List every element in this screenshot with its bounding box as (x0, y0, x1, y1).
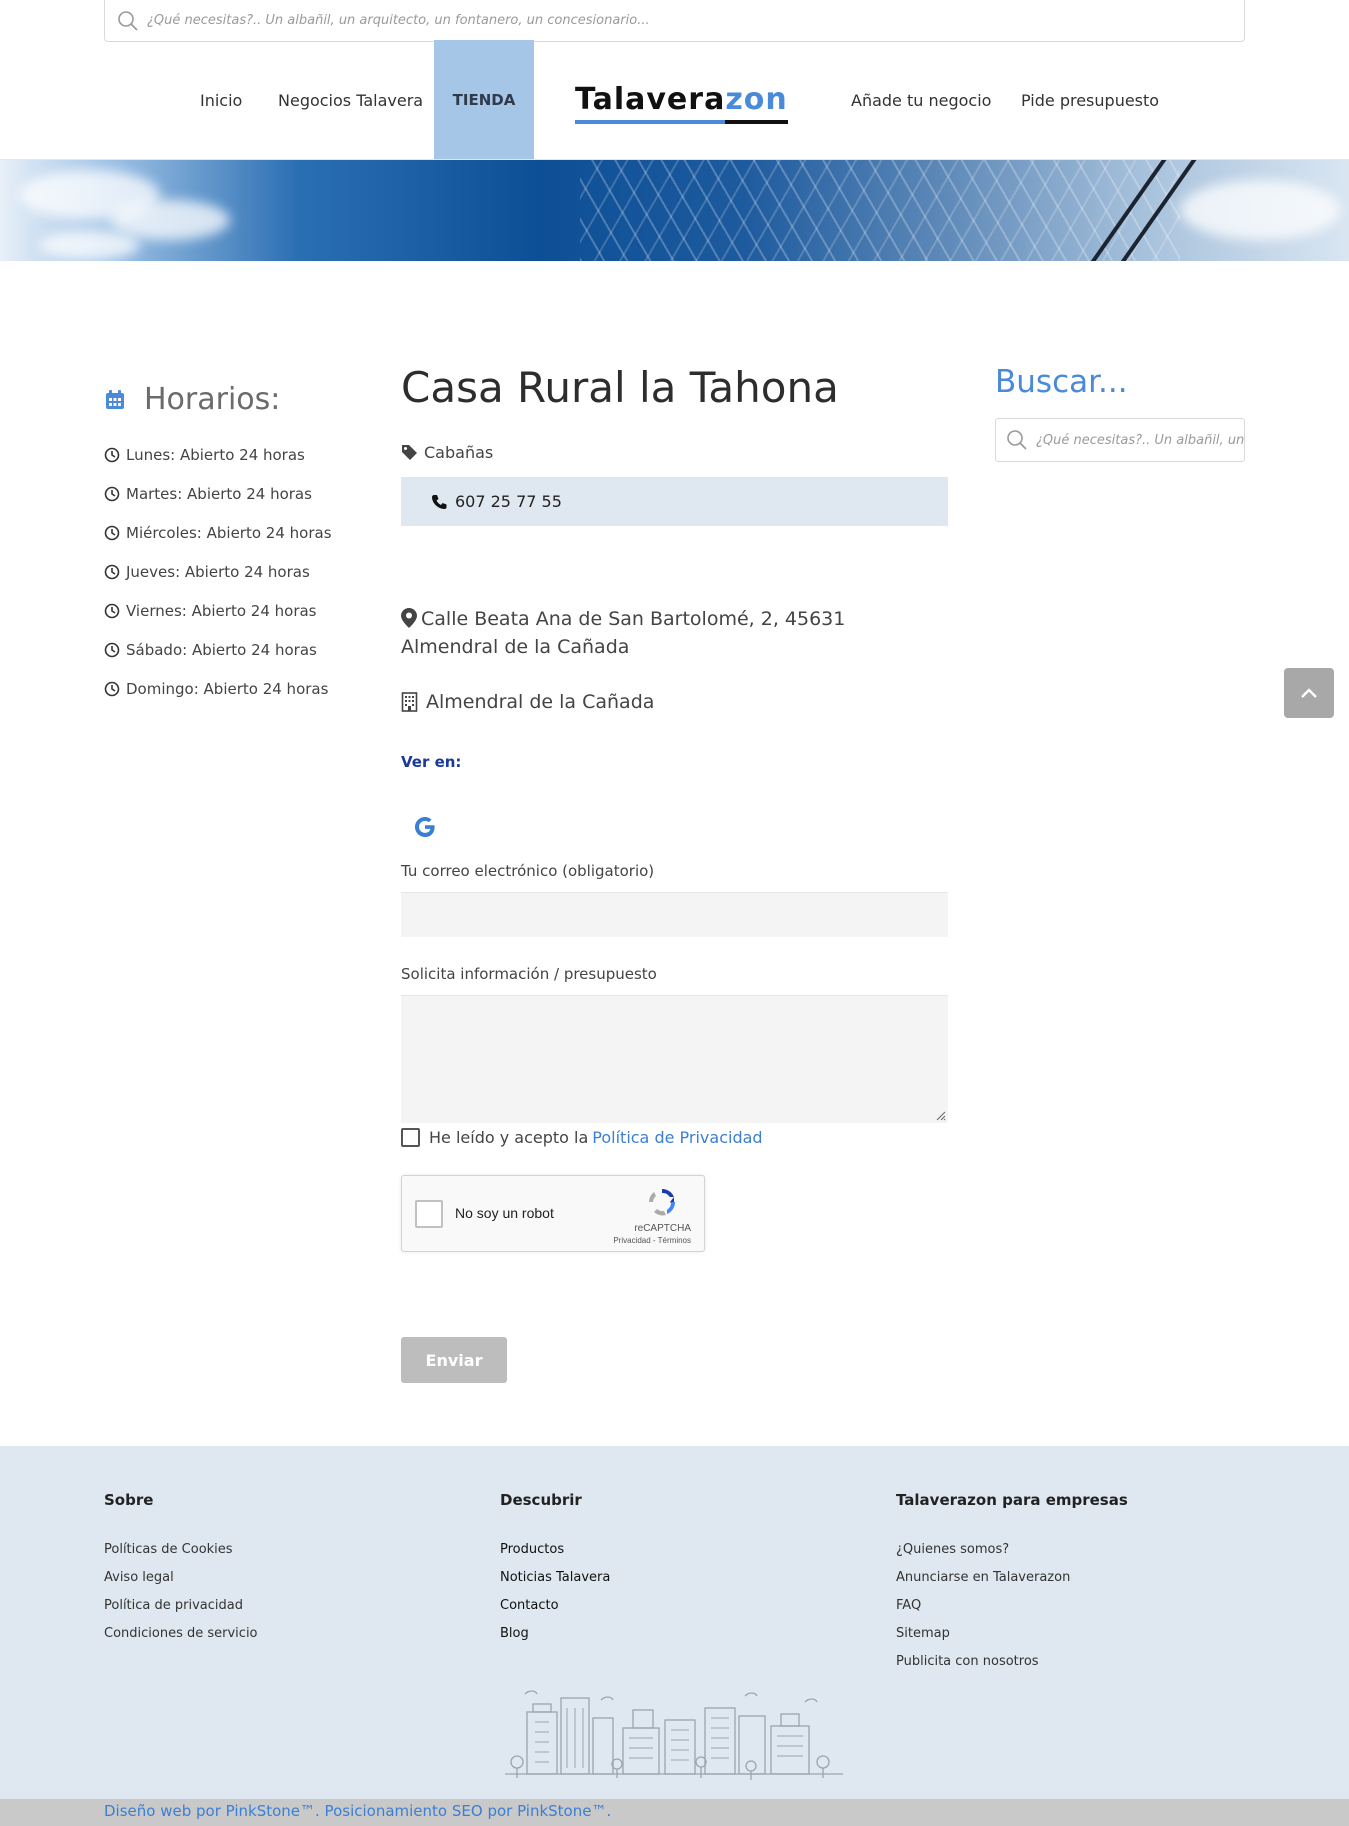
address-text: Calle Beata Ana de San Bartolomé, 2, 456… (401, 608, 846, 658)
main-nav: Inicio Negocios Talavera TIENDA Talavera… (0, 40, 1349, 160)
hero-banner-image (0, 160, 1349, 261)
site-logo[interactable]: Talaverazon (575, 82, 790, 124)
logo-text-main: Talavera (575, 82, 726, 117)
recaptcha-widget: No soy un robot reCAPTCHA Privacidad - T… (401, 1175, 705, 1252)
footer-link[interactable]: Condiciones de servicio (104, 1626, 258, 1641)
building-icon (401, 692, 418, 712)
business-address: Calle Beata Ana de San Bartolomé, 2, 456… (401, 605, 948, 661)
recaptcha-checkbox[interactable] (415, 1200, 443, 1228)
logo-underline-dark (725, 120, 788, 124)
clock-icon (104, 486, 120, 501)
credits-text[interactable]: Diseño web por PinkStone™. Posicionamien… (104, 1802, 611, 1820)
top-search-input[interactable] (139, 0, 1244, 41)
hours-title: Horarios: (144, 382, 281, 417)
hours-text: Martes: Abierto 24 horas (126, 484, 312, 503)
hours-item: Lunes: Abierto 24 horas (104, 435, 332, 474)
hours-item: Jueves: Abierto 24 horas (104, 552, 332, 591)
submit-button[interactable]: Enviar (401, 1337, 507, 1383)
footer-link[interactable]: FAQ (896, 1598, 921, 1613)
clock-icon (104, 681, 120, 696)
footer-heading: Talaverazon para empresas (896, 1491, 1128, 1509)
hours-text: Lunes: Abierto 24 horas (126, 445, 305, 464)
see-on-label: Ver en: (401, 753, 462, 771)
hours-text: Jueves: Abierto 24 horas (126, 562, 310, 581)
consent-text: He leído y acepto la (429, 1128, 589, 1147)
privacy-checkbox[interactable] (401, 1128, 420, 1147)
clock-icon (104, 603, 120, 618)
hours-text: Miércoles: Abierto 24 horas (126, 523, 332, 542)
footer-link[interactable]: Sitemap (896, 1626, 950, 1641)
hours-text: Domingo: Abierto 24 horas (126, 679, 329, 698)
business-title: Casa Rural la Tahona (401, 363, 839, 412)
credits-bar: Diseño web por PinkStone™. Posicionamien… (0, 1799, 1349, 1826)
chevron-up-icon (1301, 688, 1317, 698)
resize-grip-icon[interactable] (934, 1109, 946, 1121)
clock-icon (104, 525, 120, 540)
hours-item: Martes: Abierto 24 horas (104, 474, 332, 513)
nav-tienda[interactable]: TIENDA (434, 40, 534, 160)
phone-number: 607 25 77 55 (455, 492, 562, 511)
google-icon[interactable] (414, 816, 436, 838)
phone-icon (432, 494, 447, 509)
footer-link[interactable]: ¿Quienes somos? (896, 1542, 1009, 1557)
sidebar-search-box (995, 418, 1245, 462)
footer-link[interactable]: Aviso legal (104, 1570, 174, 1585)
back-to-top-button[interactable] (1284, 668, 1334, 718)
recaptcha-icon (649, 1189, 675, 1216)
email-label: Tu correo electrónico (obligatorio) (401, 862, 655, 880)
hours-text: Sábado: Abierto 24 horas (126, 640, 317, 659)
privacy-policy-link[interactable]: Política de Privacidad (592, 1128, 762, 1147)
business-category[interactable]: Cabañas (401, 443, 493, 462)
recaptcha-links[interactable]: Privacidad - Términos (613, 1236, 691, 1245)
map-pin-icon (401, 608, 417, 628)
footer-link[interactable]: Blog (500, 1626, 529, 1641)
footer-link[interactable]: Anunciarse en Talaverazon (896, 1570, 1070, 1585)
search-icon (118, 10, 138, 31)
sidebar-search-input[interactable] (1028, 419, 1244, 461)
hours-item: Sábado: Abierto 24 horas (104, 630, 332, 669)
clock-icon (104, 642, 120, 657)
city-skyline-illustration (505, 1690, 843, 1780)
recaptcha-label: No soy un robot (455, 1205, 554, 1221)
footer-link[interactable]: Contacto (500, 1598, 559, 1613)
footer-link[interactable]: Publicita con nosotros (896, 1654, 1039, 1669)
logo-text-accent: zon (725, 82, 788, 117)
search-icon (1007, 430, 1027, 450)
footer-link[interactable]: Política de privacidad (104, 1598, 243, 1613)
footer-link[interactable]: Noticias Talavera (500, 1570, 610, 1585)
footer-heading: Descubrir (500, 1491, 582, 1509)
top-search-bar (104, 0, 1245, 42)
calendar-icon (106, 389, 124, 409)
message-label: Solicita información / presupuesto (401, 965, 657, 983)
privacy-consent: He leído y acepto la Política de Privaci… (401, 1128, 763, 1147)
sidebar-search-title: Buscar... (995, 364, 1128, 400)
footer-heading: Sobre (104, 1491, 154, 1509)
category-label: Cabañas (424, 443, 494, 462)
phone-button[interactable]: 607 25 77 55 (401, 477, 948, 526)
recaptcha-brand: reCAPTCHA (634, 1223, 691, 1234)
hours-item: Miércoles: Abierto 24 horas (104, 513, 332, 552)
hours-heading: Horarios: (104, 382, 280, 417)
clock-icon (104, 447, 120, 462)
hours-item: Viernes: Abierto 24 horas (104, 591, 332, 630)
hours-list: Lunes: Abierto 24 horas Martes: Abierto … (104, 435, 332, 708)
business-city: Almendral de la Cañada (401, 691, 654, 713)
nav-negocios-talavera[interactable]: Negocios Talavera (278, 40, 423, 160)
hours-text: Viernes: Abierto 24 horas (126, 601, 317, 620)
tag-icon (402, 445, 417, 460)
clock-icon (104, 564, 120, 579)
nav-pide-presupuesto[interactable]: Pide presupuesto (1021, 40, 1159, 160)
city-text: Almendral de la Cañada (426, 691, 655, 713)
email-field[interactable] (401, 892, 948, 937)
nav-anade-negocio[interactable]: Añade tu negocio (851, 40, 991, 160)
hours-item: Domingo: Abierto 24 horas (104, 669, 332, 708)
message-textarea[interactable] (401, 995, 948, 1123)
nav-inicio[interactable]: Inicio (200, 40, 242, 160)
footer-link[interactable]: Políticas de Cookies (104, 1542, 233, 1557)
footer-link[interactable]: Productos (500, 1542, 564, 1557)
